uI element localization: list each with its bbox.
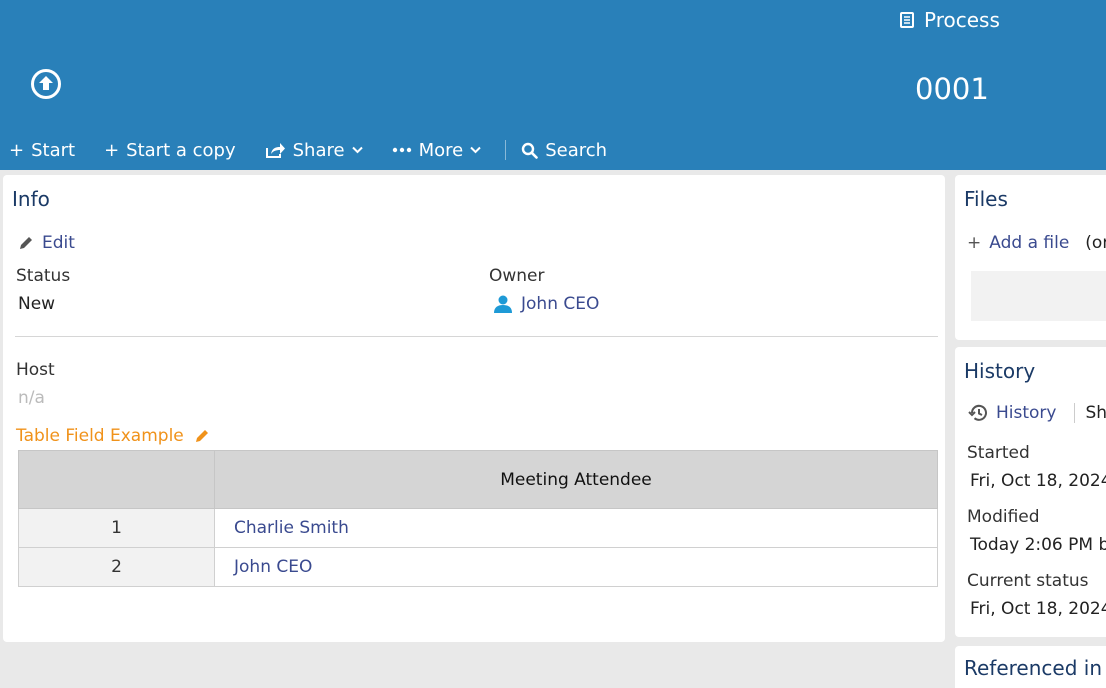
start-copy-button[interactable]: + Start a copy xyxy=(104,140,236,161)
current-status-value: Fri, Oct 18, 2024 xyxy=(970,599,1106,619)
record-number: 0001 xyxy=(915,72,989,106)
toolbar: + Start + Start a copy Share More Search xyxy=(0,136,636,164)
history-actions: History Sho xyxy=(968,403,1106,423)
file-drop-area[interactable] xyxy=(971,271,1106,321)
start-label: Start xyxy=(31,139,76,161)
owner-label: Owner xyxy=(489,266,545,286)
more-label: More xyxy=(418,139,464,161)
plus-icon: + xyxy=(104,139,120,161)
chevron-down-icon xyxy=(470,146,481,154)
share-label: Share xyxy=(292,139,345,161)
table-row: 1 Charlie Smith xyxy=(18,508,938,548)
history-link[interactable]: History xyxy=(996,403,1056,423)
section-divider xyxy=(15,336,938,337)
ellipsis-icon xyxy=(392,147,411,153)
pencil-icon xyxy=(20,237,32,249)
history-icon xyxy=(968,404,987,421)
info-title: Info xyxy=(12,187,50,211)
table-header-row: Meeting Attendee xyxy=(18,450,938,509)
started-label: Started xyxy=(967,443,1030,463)
process-label: Process xyxy=(900,8,1000,32)
header-bar: Process 0001 + Start + Start a copy Shar… xyxy=(0,0,1106,170)
add-file-row: + Add a file (or xyxy=(967,233,1106,253)
plus-icon: + xyxy=(9,139,25,161)
referenced-in-title: Referenced in xyxy=(964,656,1102,680)
process-label-text: Process xyxy=(924,8,1000,32)
share-icon xyxy=(265,142,285,158)
attendee-cell: John CEO xyxy=(214,547,938,587)
toolbar-divider xyxy=(505,140,507,160)
files-panel: Files + Add a file (or xyxy=(955,175,1106,340)
pencil-icon[interactable] xyxy=(194,428,210,444)
history-title: History xyxy=(964,359,1036,383)
person-icon xyxy=(494,295,512,313)
attendee-link[interactable]: John CEO xyxy=(234,557,312,577)
status-value: New xyxy=(18,294,56,314)
status-label: Status xyxy=(16,266,71,286)
attendee-link[interactable]: Charlie Smith xyxy=(234,518,349,538)
edit-button[interactable]: Edit xyxy=(18,233,75,253)
row-index: 2 xyxy=(18,547,215,587)
search-icon xyxy=(521,142,538,159)
info-panel: Info Edit Status New Owner John CEO Host… xyxy=(3,175,945,642)
search-label: Search xyxy=(545,139,608,161)
started-value: Fri, Oct 18, 2024 xyxy=(970,471,1106,491)
start-copy-label: Start a copy xyxy=(126,139,236,161)
attendee-table: Meeting Attendee 1 Charlie Smith 2 John … xyxy=(18,450,938,587)
attendee-cell: Charlie Smith xyxy=(214,508,938,548)
search-button[interactable]: Search xyxy=(521,140,607,161)
referenced-in-panel: Referenced in xyxy=(955,646,1106,688)
history-panel: History History Sho Started Fri, Oct 18,… xyxy=(955,347,1106,637)
table-field-title: Table Field Example xyxy=(16,426,210,446)
plus-icon: + xyxy=(967,233,982,253)
modified-label: Modified xyxy=(967,507,1040,527)
attendee-column-header: Meeting Attendee xyxy=(214,450,938,509)
edit-label: Edit xyxy=(42,233,75,253)
add-file-label: Add a file xyxy=(989,233,1070,253)
more-button[interactable]: More xyxy=(392,140,482,161)
chevron-down-icon xyxy=(351,146,363,154)
share-button[interactable]: Share xyxy=(265,140,363,161)
add-file-button[interactable]: + Add a file xyxy=(967,233,1069,253)
host-label: Host xyxy=(16,360,55,380)
up-arrow-circle-icon[interactable] xyxy=(30,68,62,100)
document-icon xyxy=(900,12,914,28)
row-index: 1 xyxy=(18,508,215,548)
host-value: n/a xyxy=(18,388,45,408)
files-title: Files xyxy=(964,187,1008,211)
history-divider xyxy=(1074,403,1076,423)
current-status-label: Current status xyxy=(967,571,1089,591)
index-column-header xyxy=(18,450,215,509)
table-field-title-text: Table Field Example xyxy=(16,426,184,446)
start-button[interactable]: + Start xyxy=(9,140,75,161)
add-file-trailing-text: (or xyxy=(1085,233,1106,253)
show-link[interactable]: Sho xyxy=(1085,403,1106,423)
modified-value: Today 2:06 PM b xyxy=(970,535,1106,555)
table-row: 2 John CEO xyxy=(18,547,938,587)
owner-link[interactable]: John CEO xyxy=(521,294,599,314)
owner-field: John CEO xyxy=(493,294,599,314)
